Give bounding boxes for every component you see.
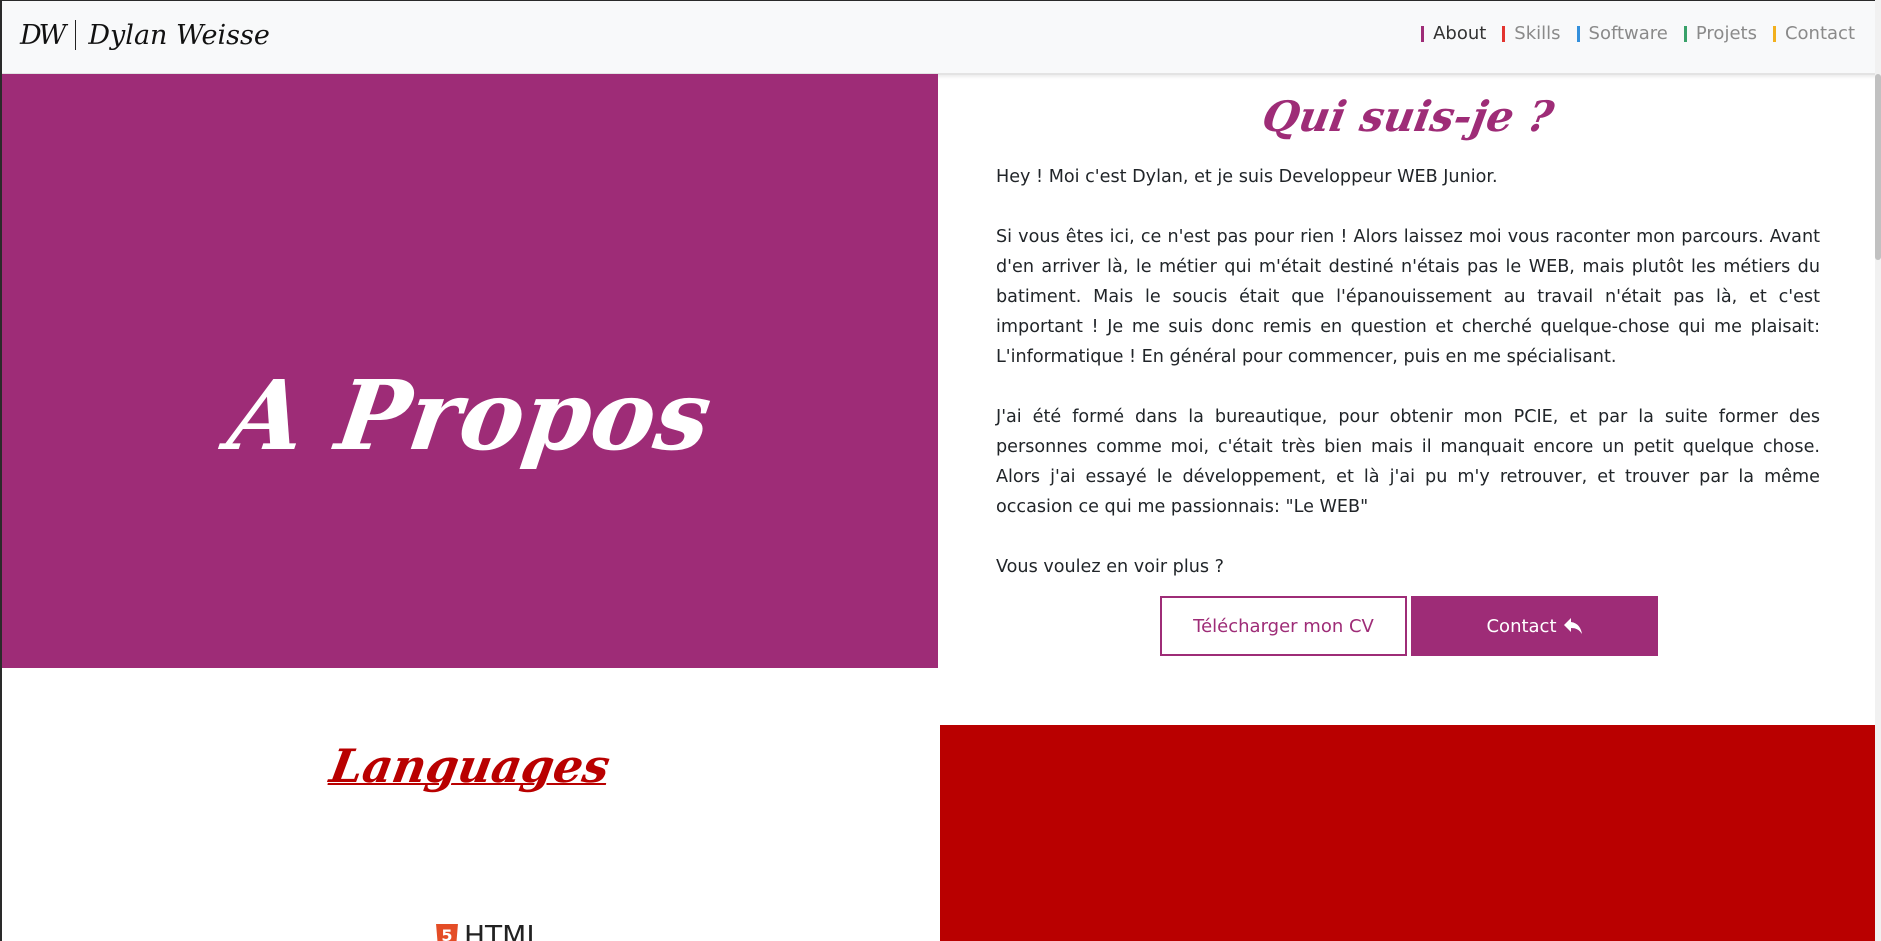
nav-label: Projets	[1695, 23, 1757, 44]
page-scrollbar[interactable]	[1875, 0, 1881, 941]
contact-label: Contact	[1486, 615, 1557, 637]
download-cv-button[interactable]: Télécharger mon CV	[1160, 596, 1407, 656]
about-text: Hey ! Moi c'est Dylan, et je suis Develo…	[996, 162, 1820, 582]
about-heading: Qui suis-je ?	[1258, 92, 1558, 141]
language-item-html: 5 HTML	[436, 919, 542, 941]
nav-item-contact[interactable]: Contact	[1772, 23, 1855, 44]
nav-item-projets[interactable]: Projets	[1683, 23, 1757, 44]
nav-marker	[1772, 25, 1776, 42]
nav-marker	[1421, 25, 1425, 42]
main-nav: About Skills Software Projets Contact	[1421, 23, 1855, 44]
nav-marker	[1576, 25, 1580, 42]
nav-item-software[interactable]: Software	[1576, 23, 1668, 44]
nav-item-skills[interactable]: Skills	[1502, 23, 1561, 44]
navbar: DW Dylan Weisse About Skills Software Pr…	[2, 1, 1877, 75]
brand-name: Dylan Weisse	[88, 19, 270, 51]
reply-icon	[1563, 617, 1583, 635]
about-content: Qui suis-je ? Hey ! Moi c'est Dylan, et …	[938, 74, 1877, 668]
about-actions: Télécharger mon CV Contact	[1160, 596, 1658, 656]
nav-label: About	[1433, 23, 1487, 44]
about-banner: A Propos	[2, 74, 938, 668]
brand-divider	[75, 20, 77, 50]
brand[interactable]: DW Dylan Weisse	[20, 15, 270, 55]
html5-icon: 5	[436, 923, 458, 941]
scrollbar-thumb[interactable]	[1875, 74, 1881, 260]
brand-logo: DW	[20, 19, 66, 51]
nav-marker	[1502, 25, 1506, 42]
about-paragraph: J'ai été formé dans la bureautique, pour…	[996, 407, 1820, 517]
nav-label: Software	[1588, 23, 1668, 44]
nav-marker	[1683, 25, 1687, 42]
nav-label: Contact	[1784, 23, 1855, 44]
language-label: HTML	[464, 919, 542, 941]
languages-heading: Languages	[326, 739, 614, 793]
page: DW Dylan Weisse About Skills Software Pr…	[0, 0, 1877, 941]
about-paragraph: Vous voulez en voir plus ?	[996, 557, 1224, 577]
about-paragraph: Si vous êtes ici, ce n'est pas pour rien…	[996, 227, 1820, 367]
nav-item-about[interactable]: About	[1421, 23, 1486, 44]
nav-label: Skills	[1514, 23, 1561, 44]
contact-button[interactable]: Contact	[1411, 596, 1658, 656]
about-paragraph: Hey ! Moi c'est Dylan, et je suis Develo…	[996, 167, 1498, 187]
about-banner-title: A Propos	[222, 359, 718, 472]
skills-banner	[940, 725, 1877, 941]
download-cv-label: Télécharger mon CV	[1193, 615, 1374, 637]
